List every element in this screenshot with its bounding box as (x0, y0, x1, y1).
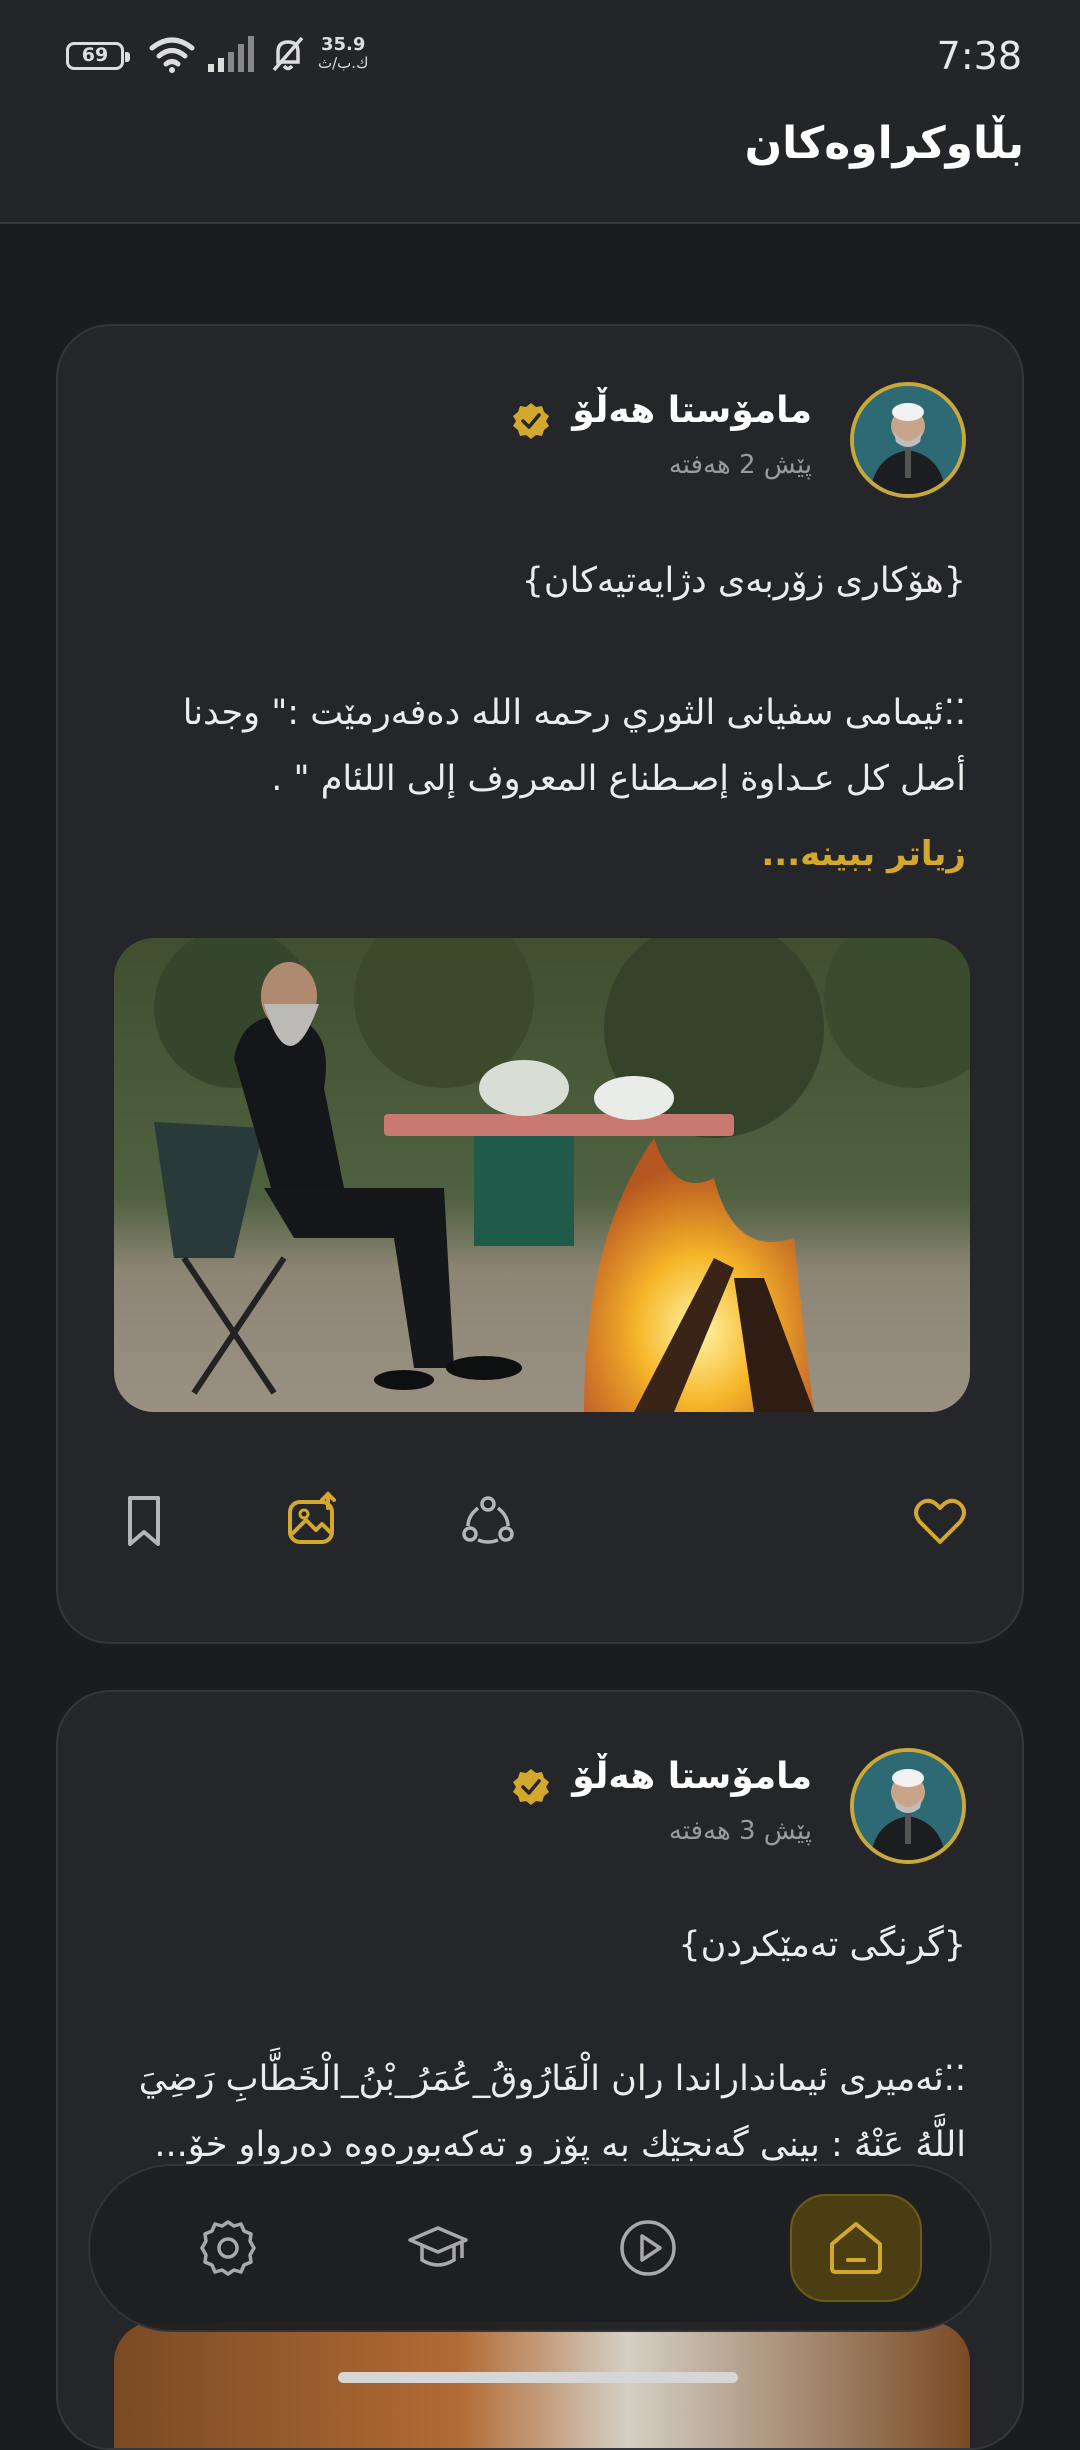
bell-muted-icon (272, 36, 304, 72)
page-title: بڵاوکراوەکان (744, 118, 1024, 169)
bookmark-icon[interactable] (114, 1490, 174, 1550)
verified-badge-icon (513, 403, 549, 439)
nav-home[interactable] (804, 2196, 908, 2300)
home-icon (830, 2222, 882, 2274)
post-body: ⁚⁚ئیمامی سفیانی الثوري رحمه الله دەفەرمێ… (182, 693, 966, 799)
battery-icon: 69 (66, 42, 130, 70)
nav-videos[interactable] (596, 2196, 700, 2300)
post-image[interactable] (114, 2322, 970, 2448)
author-name[interactable]: مامۆستا هەڵۆ (572, 1756, 812, 1797)
post-body: ⁚⁚ئەمیری ئیمانداراندا ران الْفَارُوقُ_عُ… (138, 2059, 966, 2165)
verified-badge-icon (513, 1769, 549, 1805)
heart-icon[interactable] (910, 1490, 970, 1550)
image-share-icon[interactable] (282, 1490, 342, 1550)
settings-icon (200, 2220, 256, 2276)
clock: 7:38 (936, 34, 1022, 78)
read-more-link[interactable]: زیاتر ببینە... (761, 834, 966, 874)
network-speed: 35.9 ك.ب/ث (318, 34, 369, 73)
post-image[interactable] (114, 938, 970, 1412)
status-bar: 69 35.9 ك.ب/ث 7:38 (0, 0, 1080, 110)
share-icon[interactable] (458, 1490, 518, 1550)
post-card[interactable]: مامۆستا هەڵۆ پێش 3 هەفتە {گرنگی تەمێکردن… (56, 1690, 1024, 2450)
author-name[interactable]: مامۆستا هەڵۆ (572, 390, 812, 431)
graduation-cap-icon (408, 2226, 468, 2267)
battery-level: 69 (81, 44, 109, 66)
post-headline: {هۆکاری زۆربەی دژایەتیەکان} (521, 561, 966, 601)
post-time: پێش 2 هەفتە (668, 450, 812, 480)
avatar[interactable] (850, 382, 966, 498)
bottom-navigation (88, 2164, 992, 2332)
post-card[interactable]: مامۆستا هەڵۆ پێش 2 هەفتە {هۆکاری زۆربەی … (56, 324, 1024, 1644)
post-headline: {گرنگی تەمێکردن} (678, 1925, 966, 1965)
signal-icon (208, 36, 254, 72)
wifi-icon (149, 37, 195, 73)
app-header: بڵاوکراوەکان (0, 110, 1080, 224)
nav-courses[interactable] (386, 2196, 490, 2300)
play-icon (620, 2220, 676, 2276)
nav-settings[interactable] (176, 2196, 280, 2300)
avatar[interactable] (850, 1748, 966, 1864)
gesture-bar[interactable] (338, 2372, 738, 2383)
post-time: پێش 3 هەفتە (668, 1816, 812, 1846)
